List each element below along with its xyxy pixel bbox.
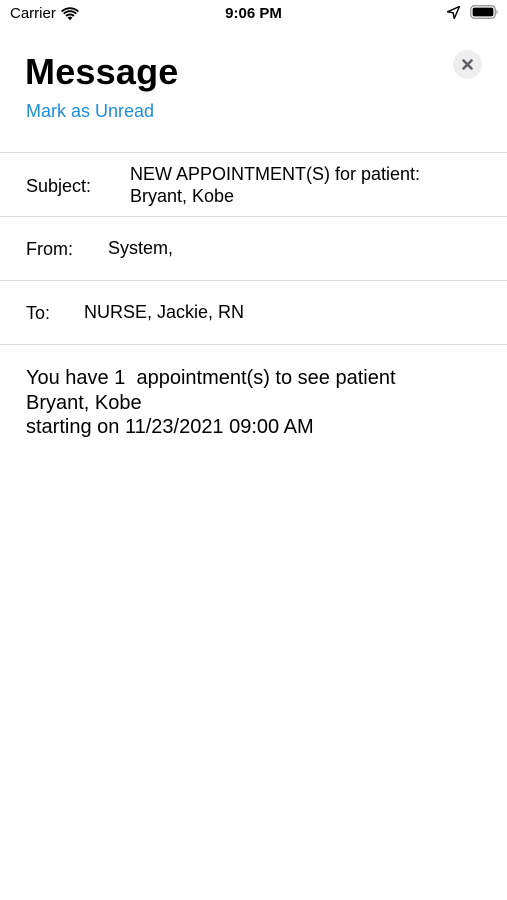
status-clock: 9:06 PM xyxy=(225,5,282,22)
status-bar: Carrier 9:06 PM xyxy=(0,0,507,28)
message-body-line: starting on 11/23/2021 09:00 AM xyxy=(26,416,314,438)
message-body: You have 1 appointment(s) to see patient… xyxy=(26,366,486,440)
divider xyxy=(0,344,507,345)
close-icon xyxy=(462,59,473,70)
subject-label: Subject: xyxy=(26,176,92,196)
divider xyxy=(0,152,507,153)
to-value: NURSE, Jackie, RN xyxy=(84,302,245,322)
divider xyxy=(0,216,507,217)
message-body-line: Bryant, Kobe xyxy=(26,391,142,414)
subject-line: Bryant, Kobe xyxy=(130,186,235,206)
location-icon xyxy=(447,5,460,19)
page-title: Message xyxy=(25,51,179,92)
subject-value: NEW APPOINTMENT(S) for patient: Bryant, … xyxy=(130,163,490,207)
to-label: To: xyxy=(26,303,51,323)
mark-as-unread-button[interactable]: Mark as Unread xyxy=(26,100,154,122)
close-button[interactable] xyxy=(453,50,482,79)
subject-line: NEW APPOINTMENT(S) for patient: xyxy=(130,164,421,184)
from-value: System, xyxy=(108,238,174,258)
message-screen: Carrier 9:06 PM Message Mark as Unread S… xyxy=(0,0,507,900)
message-body-line: You have 1 appointment(s) to see patient xyxy=(26,367,396,389)
battery-icon xyxy=(470,5,498,19)
divider xyxy=(0,280,507,281)
status-right-icons xyxy=(447,5,499,19)
from-label: From: xyxy=(26,239,73,259)
